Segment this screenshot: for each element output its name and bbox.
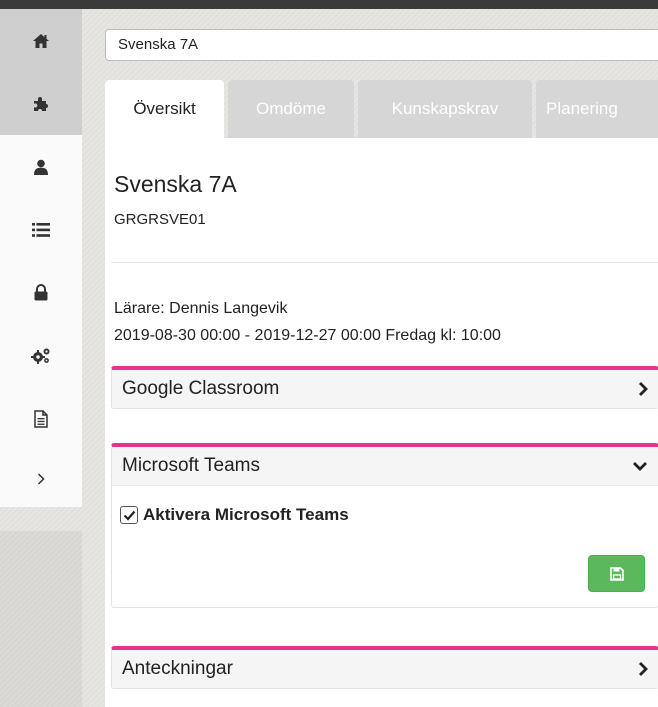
sidebar-item-home[interactable] xyxy=(0,9,82,72)
checkmark-icon xyxy=(123,510,135,521)
sidebar-item-documents[interactable] xyxy=(0,387,82,450)
sidebar-expand-toggle[interactable] xyxy=(0,450,82,507)
save-button[interactable] xyxy=(588,555,645,592)
tab-oversikt[interactable]: Översikt xyxy=(105,80,224,138)
tab-label: Kunskapskrav xyxy=(391,99,499,118)
microsoft-teams-panel: Microsoft Teams Aktivera Microsoft Teams xyxy=(111,443,658,608)
sidebar-background xyxy=(0,531,82,707)
microsoft-teams-header[interactable]: Microsoft Teams xyxy=(112,447,658,485)
panel-title: Microsoft Teams xyxy=(122,455,260,476)
chevron-right-icon xyxy=(639,382,648,396)
sidebar-item-users[interactable] xyxy=(0,135,82,198)
course-select[interactable]: Svenska 7A xyxy=(105,29,658,61)
course-overview: Svenska 7A GRGRSVE01 Lärare: Dennis Lang… xyxy=(105,138,658,707)
anteckningar-panel: Anteckningar xyxy=(111,646,658,689)
home-icon xyxy=(33,33,49,48)
tab-bar: Översikt Omdöme Kunskapskrav Planering xyxy=(105,80,658,138)
sidebar-item-security[interactable] xyxy=(0,261,82,324)
panel-title: Anteckningar xyxy=(122,658,233,679)
list-icon xyxy=(32,222,50,237)
chevron-right-icon xyxy=(37,472,45,485)
google-classroom-panel: Google Classroom xyxy=(111,366,658,409)
floppy-disk-icon xyxy=(609,566,624,581)
microsoft-teams-body: Aktivera Microsoft Teams xyxy=(112,485,658,607)
document-icon xyxy=(34,409,48,428)
tab-label: Omdöme xyxy=(256,99,326,118)
activate-teams-checkbox[interactable] xyxy=(120,506,138,524)
sidebar-item-list[interactable] xyxy=(0,198,82,261)
tab-label: Planering xyxy=(546,99,618,118)
course-code: GRGRSVE01 xyxy=(114,211,206,228)
sidebar-item-modules[interactable] xyxy=(0,72,82,135)
puzzle-icon xyxy=(34,96,48,111)
activate-teams-label: Aktivera Microsoft Teams xyxy=(143,505,349,524)
panel-title: Google Classroom xyxy=(122,378,280,399)
tab-label: Översikt xyxy=(133,99,196,118)
chevron-right-icon xyxy=(639,662,648,676)
gears-icon xyxy=(31,348,50,364)
course-select-value: Svenska 7A xyxy=(118,36,199,53)
course-dates: 2019-08-30 00:00 - 2019-12-27 00:00 Fred… xyxy=(114,327,501,344)
chevron-down-icon xyxy=(633,461,647,471)
user-icon xyxy=(34,159,48,175)
sidebar-item-settings[interactable] xyxy=(0,324,82,387)
google-classroom-header[interactable]: Google Classroom xyxy=(112,370,658,408)
anteckningar-header[interactable]: Anteckningar xyxy=(112,650,658,688)
divider xyxy=(111,262,658,263)
sidebar xyxy=(0,9,82,507)
top-bar xyxy=(0,0,658,9)
tab-kunskapskrav[interactable]: Kunskapskrav xyxy=(358,80,532,138)
lock-icon xyxy=(34,284,48,301)
page-title: Svenska 7A xyxy=(114,171,237,197)
teacher-info: Lärare: Dennis Langevik xyxy=(114,300,288,317)
activate-teams-checkbox-row[interactable]: Aktivera Microsoft Teams xyxy=(120,505,349,525)
tab-planering[interactable]: Planering xyxy=(536,80,658,138)
tab-omdome[interactable]: Omdöme xyxy=(228,80,354,138)
